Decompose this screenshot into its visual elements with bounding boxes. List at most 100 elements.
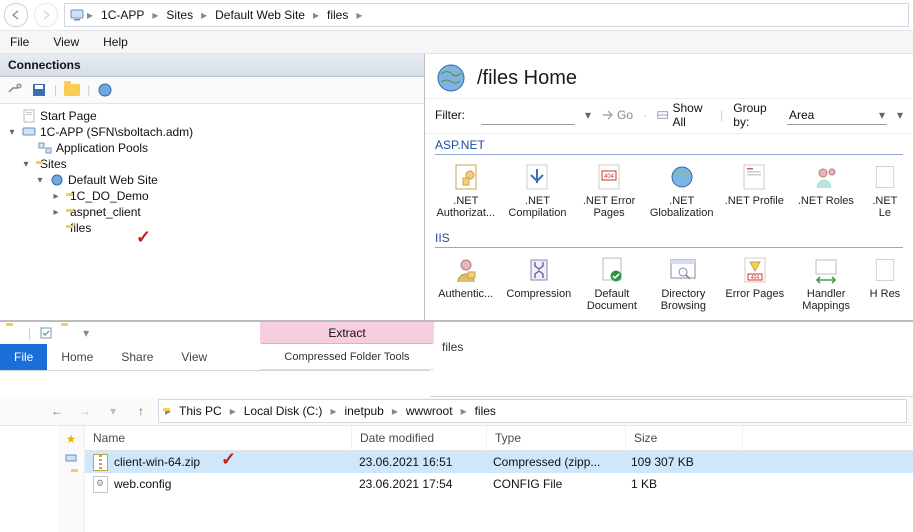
feature-compression[interactable]: Compression xyxy=(506,254,571,314)
feature-net-roles[interactable]: .NET Roles xyxy=(795,161,857,221)
table-row[interactable]: client-win-64.zip 23.06.2021 16:51 Compr… xyxy=(85,451,913,473)
filter-dropdown-icon[interactable]: ▾ xyxy=(585,108,591,122)
page-title: /files Home xyxy=(477,67,577,90)
pc-icon[interactable] xyxy=(64,452,78,466)
folder-icon[interactable] xyxy=(63,81,81,99)
go-button[interactable]: Go xyxy=(601,108,633,122)
up-button[interactable]: ↑ xyxy=(130,400,152,422)
crumb-files[interactable]: files xyxy=(469,402,502,420)
col-type[interactable]: Type xyxy=(487,426,626,450)
feature-net-level[interactable]: .NET Le xyxy=(867,161,903,221)
extract-label: Extract xyxy=(262,323,432,344)
crumb-disk[interactable]: Local Disk (C:) xyxy=(238,402,329,420)
feature-default-document[interactable]: Default Document xyxy=(581,254,642,314)
tree-start-page[interactable]: Start Page xyxy=(40,109,97,123)
tree-sites[interactable]: Sites xyxy=(40,157,67,171)
show-all-label: Show All xyxy=(673,101,711,129)
tree-child-0[interactable]: 1C_DO_Demo xyxy=(70,189,149,203)
config-icon xyxy=(93,476,108,493)
crumb-wwwroot[interactable]: wwwroot xyxy=(400,402,459,420)
tree-server[interactable]: 1C-APP (SFN\sboltach.adm) xyxy=(40,125,193,139)
tree-child-1[interactable]: aspnet_client xyxy=(70,205,141,219)
feature-net-compilation[interactable]: .NET Compilation xyxy=(507,161,569,221)
file-date: 23.06.2021 16:51 xyxy=(351,455,485,469)
breadcrumb[interactable]: ▸ 1C-APP ▸ Sites ▸ Default Web Site ▸ fi… xyxy=(64,3,909,27)
contextual-tab-group: Extract Compressed Folder Tools xyxy=(260,322,434,370)
folder-open-icon xyxy=(61,326,75,340)
crumb-1[interactable]: Sites xyxy=(160,6,199,24)
column-headers[interactable]: Name Date modified Type Size xyxy=(85,426,913,451)
forward-button[interactable]: → xyxy=(74,400,96,422)
group-by-dropdown[interactable]: Area▾ xyxy=(787,106,887,125)
group-header-aspnet[interactable]: ASP.NET xyxy=(425,134,913,152)
history-dropdown[interactable]: ▾ xyxy=(102,400,124,422)
feature-label: .NET Roles xyxy=(798,195,854,221)
chevron-right-icon: ▸ xyxy=(199,8,209,22)
save-icon[interactable] xyxy=(30,81,48,99)
tree-default-site[interactable]: Default Web Site xyxy=(68,173,158,187)
feature-net-profile[interactable]: .NET Profile xyxy=(723,161,785,221)
chevron-right-icon: ▸ xyxy=(150,8,160,22)
feature-authentication[interactable]: Authentic... xyxy=(435,254,496,314)
star-icon[interactable]: ★ xyxy=(66,432,77,446)
show-all-button[interactable]: Show All xyxy=(657,101,710,129)
explorer-sidebar[interactable]: ★ xyxy=(58,426,85,532)
feature-net-authorization[interactable]: .NET Authorizat... xyxy=(435,161,497,221)
iis-nav-bar: ▸ 1C-APP ▸ Sites ▸ Default Web Site ▸ fi… xyxy=(0,0,913,31)
forward-button[interactable] xyxy=(34,3,58,27)
filter-input[interactable] xyxy=(481,106,575,125)
tab-view[interactable]: View xyxy=(167,344,221,370)
feature-error-pages[interactable]: 404Error Pages xyxy=(724,254,785,314)
collapse-icon[interactable]: ▾ xyxy=(6,127,18,138)
crumb-inetpub[interactable]: inetpub xyxy=(338,402,389,420)
group-header-iis[interactable]: IIS xyxy=(425,227,913,245)
menu-view[interactable]: View xyxy=(49,33,83,51)
plug-icon[interactable] xyxy=(6,81,24,99)
connections-tree[interactable]: Start Page ▾ 1C-APP (SFN\sboltach.adm) Ap… xyxy=(0,104,424,320)
collapse-icon[interactable]: ▾ xyxy=(34,175,46,186)
table-row[interactable]: web.config 23.06.2021 17:54 CONFIG File … xyxy=(85,473,913,495)
crumb-thispc[interactable]: This PC xyxy=(173,402,228,420)
feature-label: .NET Compilation xyxy=(507,195,569,221)
menu-file[interactable]: File xyxy=(6,33,33,51)
expand-icon[interactable]: ▸ xyxy=(50,207,62,218)
tab-share[interactable]: Share xyxy=(107,344,167,370)
file-size: 1 KB xyxy=(623,477,739,491)
folder-icon xyxy=(6,326,20,340)
tree-app-pools[interactable]: Application Pools xyxy=(56,141,148,155)
svg-text:404: 404 xyxy=(604,174,615,180)
expand-icon[interactable]: ▸ xyxy=(50,191,62,202)
col-name[interactable]: Name xyxy=(85,426,352,450)
dropdown-extra-icon[interactable]: ▾ xyxy=(897,108,903,122)
col-date[interactable]: Date modified xyxy=(352,426,487,450)
explorer-breadcrumb[interactable]: ▸ This PC▸ Local Disk (C:)▸ inetpub▸ www… xyxy=(158,399,907,423)
collapse-icon[interactable]: ▾ xyxy=(20,159,32,170)
feature-label: Handler Mappings xyxy=(795,288,856,314)
crumb-0[interactable]: 1C-APP xyxy=(95,6,150,24)
feature-net-error-pages[interactable]: 404.NET Error Pages xyxy=(578,161,640,221)
explorer-address-bar: ← → ▾ ↑ ▸ This PC▸ Local Disk (C:)▸ inet… xyxy=(0,397,913,426)
aspnet-feature-row: .NET Authorizat... .NET Compilation 404.… xyxy=(425,161,913,227)
menu-bar: File View Help xyxy=(0,31,913,54)
back-button[interactable] xyxy=(4,3,28,27)
crumb-2[interactable]: Default Web Site xyxy=(209,6,311,24)
feature-directory-browsing[interactable]: Directory Browsing xyxy=(653,254,714,314)
red-check-icon: ✓ xyxy=(221,451,236,470)
tab-compressed-tools[interactable]: Compressed Folder Tools xyxy=(247,344,447,369)
file-type: CONFIG File xyxy=(485,477,623,491)
chevron-down-icon[interactable]: ▾ xyxy=(83,326,89,340)
menu-help[interactable]: Help xyxy=(99,33,132,51)
tab-home[interactable]: Home xyxy=(47,344,107,370)
toggle-icon[interactable] xyxy=(39,326,53,340)
feature-net-globalization[interactable]: .NET Globalization xyxy=(650,161,714,221)
feature-label: Compression xyxy=(506,288,571,314)
globe-small-icon[interactable] xyxy=(96,81,114,99)
col-size[interactable]: Size xyxy=(626,426,743,450)
tab-file[interactable]: File xyxy=(0,344,47,370)
crumb-3[interactable]: files xyxy=(321,6,354,24)
feature-handler-mappings[interactable]: Handler Mappings xyxy=(795,254,856,314)
back-button[interactable]: ← xyxy=(46,400,68,422)
feature-http-response[interactable]: H Res xyxy=(867,254,903,314)
tree-child-2[interactable]: files xyxy=(70,221,91,235)
go-label: Go xyxy=(617,108,633,122)
